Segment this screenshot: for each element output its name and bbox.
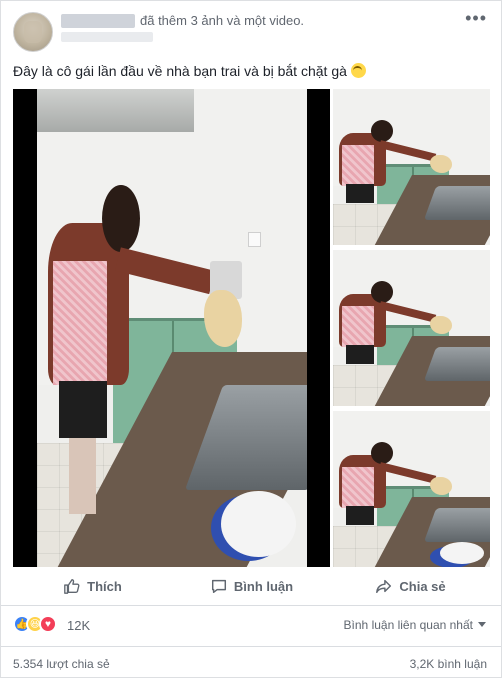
- caption-text: Đây là cô gái lần đầu về nhà bạn trai và…: [13, 63, 347, 79]
- like-label: Thích: [87, 578, 122, 594]
- comment-icon: [211, 579, 226, 594]
- share-arrow-icon: [376, 579, 392, 594]
- post-action-bar: Thích Bình luận Chia sẻ: [13, 569, 490, 603]
- photo-thumbnail-2[interactable]: [333, 250, 490, 406]
- caret-down-icon: [478, 622, 486, 627]
- share-count[interactable]: 5.354 lượt chia sẻ: [13, 657, 110, 671]
- reaction-count[interactable]: 12K: [67, 618, 90, 633]
- share-label: Chia sẻ: [399, 578, 446, 594]
- love-reaction-icon: ♥: [39, 615, 57, 633]
- photo-thumbnail-3[interactable]: [333, 411, 490, 567]
- main-video[interactable]: [13, 89, 330, 567]
- comment-label: Bình luận: [233, 578, 294, 594]
- author-name-redacted[interactable]: [61, 14, 135, 28]
- post-caption: Đây là cô gái lần đầu về nhà bạn trai và…: [13, 63, 366, 79]
- comment-button[interactable]: Bình luận: [172, 569, 331, 603]
- divider: [1, 646, 501, 647]
- like-button[interactable]: Thích: [13, 569, 172, 603]
- photo-thumbnail-1[interactable]: [333, 89, 490, 245]
- comment-count[interactable]: 3,2K bình luận: [410, 657, 487, 671]
- reactions-row: 👍 😆 ♥ 12K Bình luận liên quan nhất: [13, 613, 490, 637]
- post-meta-redacted: [61, 32, 153, 42]
- ellipsis-icon[interactable]: •••: [465, 9, 487, 27]
- post-action-text: đã thêm 3 ảnh và một video.: [140, 13, 305, 28]
- author-avatar[interactable]: [13, 12, 53, 52]
- video-frame: [37, 89, 307, 567]
- post-media: [13, 89, 490, 567]
- feed-post: đã thêm 3 ảnh và một video. ••• Đây là c…: [0, 0, 502, 678]
- laughing-face-icon: [350, 63, 366, 78]
- reaction-icons[interactable]: 👍 😆 ♥: [13, 615, 57, 633]
- comment-sort-dropdown[interactable]: Bình luận liên quan nhất: [344, 618, 486, 632]
- thumbs-up-icon: [64, 579, 80, 594]
- share-button[interactable]: Chia sẻ: [331, 569, 490, 603]
- divider: [1, 605, 501, 606]
- sort-label: Bình luận liên quan nhất: [343, 618, 473, 632]
